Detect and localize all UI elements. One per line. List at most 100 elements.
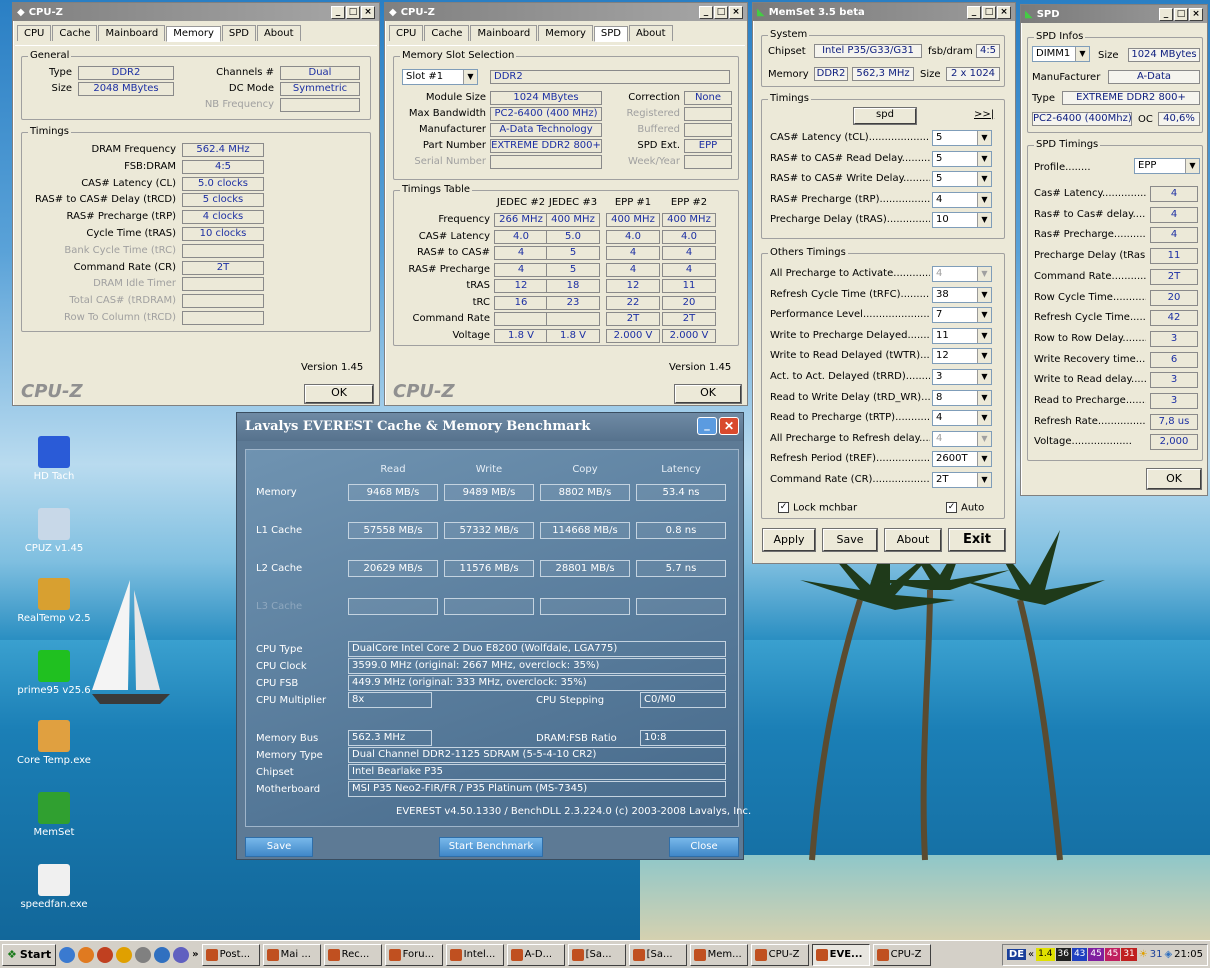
ok-button[interactable]: OK [304,384,374,404]
quicklaunch-overflow-icon[interactable]: » [192,949,198,960]
minimize-button[interactable]: _ [331,5,345,19]
desktop-shortcut[interactable]: speedfan.exe [14,864,94,910]
timing-select[interactable]: 3 ▼ [932,369,992,385]
tab-mainboard[interactable]: Mainboard [98,25,166,41]
maximize-button[interactable]: □ [714,5,728,19]
timing-select[interactable]: 5 ▼ [932,171,992,188]
auto-checkbox[interactable]: ✓ Auto [946,502,984,514]
maximize-button[interactable]: □ [1174,7,1188,21]
timing-select[interactable]: 38 ▼ [932,286,992,303]
tab-spd[interactable]: SPD [593,26,628,42]
tray-sun-icon[interactable]: ☀ [1139,949,1148,960]
minimize-button[interactable]: _ [1159,7,1173,21]
tray-temperature[interactable]: 43 [1071,948,1088,961]
taskbar-item[interactable]: [Sa... [567,943,626,966]
timing-select[interactable]: 5 ▼ [932,150,992,167]
tab-cpu[interactable]: CPU [389,25,424,41]
tab-memory[interactable]: Memory [538,25,593,41]
tray-temperature[interactable]: 45 [1088,948,1104,961]
tab-mainboard[interactable]: Mainboard [470,25,538,41]
timing-select[interactable]: 2600T ▼ [932,451,992,468]
cpuz-spd-titlebar[interactable]: ◆ CPU-Z _ □ × [385,3,747,21]
ok-button[interactable]: OK [1146,468,1202,490]
language-indicator[interactable]: DE [1006,949,1027,960]
maximize-button[interactable]: □ [982,5,996,19]
tab-cache[interactable]: Cache [424,25,470,41]
minimize-button[interactable]: _ [697,417,717,435]
tray-temperature[interactable]: 36 [1055,948,1071,961]
lock-mchbar-checkbox[interactable]: ✓ Lock mchbar [778,502,857,514]
profile-select[interactable]: EPP ▼ [1134,158,1200,174]
timing-select[interactable]: 4 ▼ [932,430,992,447]
more-button[interactable]: >>| [974,109,994,120]
taskbar-item[interactable]: Mai ... [262,943,321,966]
maximize-button[interactable]: □ [346,5,360,19]
tab-spd[interactable]: SPD [221,25,256,41]
taskbar-item[interactable]: Foru... [384,943,443,966]
taskbar-item[interactable]: CPU-Z [872,943,931,966]
desktop-shortcut[interactable]: RealTemp v2.5 [14,578,94,624]
timing-select[interactable]: 5 ▼ [932,130,992,146]
timing-select[interactable]: 10 ▼ [932,212,992,229]
tray-chevron-icon[interactable]: « [1028,949,1034,960]
ok-button[interactable]: OK [674,384,742,404]
tray-temperature[interactable]: 1.4 [1036,948,1055,961]
start-button[interactable]: ❖ Start [2,943,57,966]
taskbar-item[interactable]: Rec... [323,943,382,966]
desktop-shortcut[interactable]: Core Temp.exe [14,720,94,766]
desktop-shortcut[interactable]: MemSet [14,792,94,838]
about-button[interactable]: About [884,528,942,552]
close-button[interactable]: × [1189,7,1203,21]
cpuz-memory-titlebar[interactable]: ◆ CPU-Z _ □ × [13,3,379,21]
slot-select[interactable]: Slot #1 ▼ [402,69,478,85]
tab-about[interactable]: About [628,25,673,41]
quicklaunch-info-icon[interactable] [116,946,133,963]
taskbar-item[interactable]: Mem... [689,943,748,966]
desktop-shortcut[interactable]: HD Tach [14,436,94,482]
everest-titlebar[interactable]: Lavalys EVEREST Cache & Memory Benchmark… [237,413,743,441]
quicklaunch-messenger-icon[interactable] [173,946,190,963]
save-button[interactable]: Save [245,837,313,857]
close-button[interactable]: × [729,5,743,19]
taskbar-item[interactable]: Post... [201,943,260,966]
tab-memory[interactable]: Memory [166,26,221,42]
taskbar-item[interactable]: CPU-Z [750,943,809,966]
tab-about[interactable]: About [256,25,301,41]
timing-select[interactable]: 12 ▼ [932,348,992,365]
close-button[interactable]: ✕ [719,417,739,435]
quicklaunch-app-icon[interactable] [97,946,114,963]
close-button[interactable]: × [361,5,375,19]
tab-cache[interactable]: Cache [52,25,98,41]
taskbar-item[interactable]: A-D... [506,943,565,966]
tab-cpu[interactable]: CPU [17,25,52,41]
quicklaunch-network-icon[interactable] [154,946,171,963]
minimize-button[interactable]: _ [967,5,981,19]
timing-select[interactable]: 4 ▼ [932,410,992,427]
quicklaunch-firefox-icon[interactable] [78,946,95,963]
taskbar-item[interactable]: [Sa... [628,943,687,966]
minimize-button[interactable]: _ [699,5,713,19]
quicklaunch-tool-icon[interactable] [135,946,152,963]
exit-button[interactable]: Exit [948,528,1006,552]
timing-select[interactable]: 8 ▼ [932,389,992,406]
spd-titlebar[interactable]: ◣ SPD _ □ × [1021,5,1207,23]
close-button[interactable]: Close [669,837,739,857]
apply-button[interactable]: Apply [762,528,816,552]
taskbar-item[interactable]: EVE... [811,943,870,966]
close-button[interactable]: × [997,5,1011,19]
start-benchmark-button[interactable]: Start Benchmark [439,837,543,857]
timing-select[interactable]: 2T ▼ [932,472,992,488]
dimm-select[interactable]: DIMM1 ▼ [1032,46,1090,62]
tray-network-icon[interactable]: ◈ [1164,949,1172,960]
clock[interactable]: 21:05 [1174,949,1203,960]
tray-temperature[interactable]: 31 [1121,948,1137,961]
taskbar-item[interactable]: Intel... [445,943,504,966]
tray-temperature[interactable]: 45 [1104,948,1121,961]
save-button[interactable]: Save [822,528,878,552]
quicklaunch-browser-icon[interactable] [59,946,76,963]
desktop-shortcut[interactable]: prime95 v25.6 [14,650,94,696]
spd-button[interactable]: spd [853,107,917,125]
timing-select[interactable]: 11 ▼ [932,327,992,344]
timing-select[interactable]: 7 ▼ [932,307,992,324]
timing-select[interactable]: 4 ▼ [932,191,992,208]
